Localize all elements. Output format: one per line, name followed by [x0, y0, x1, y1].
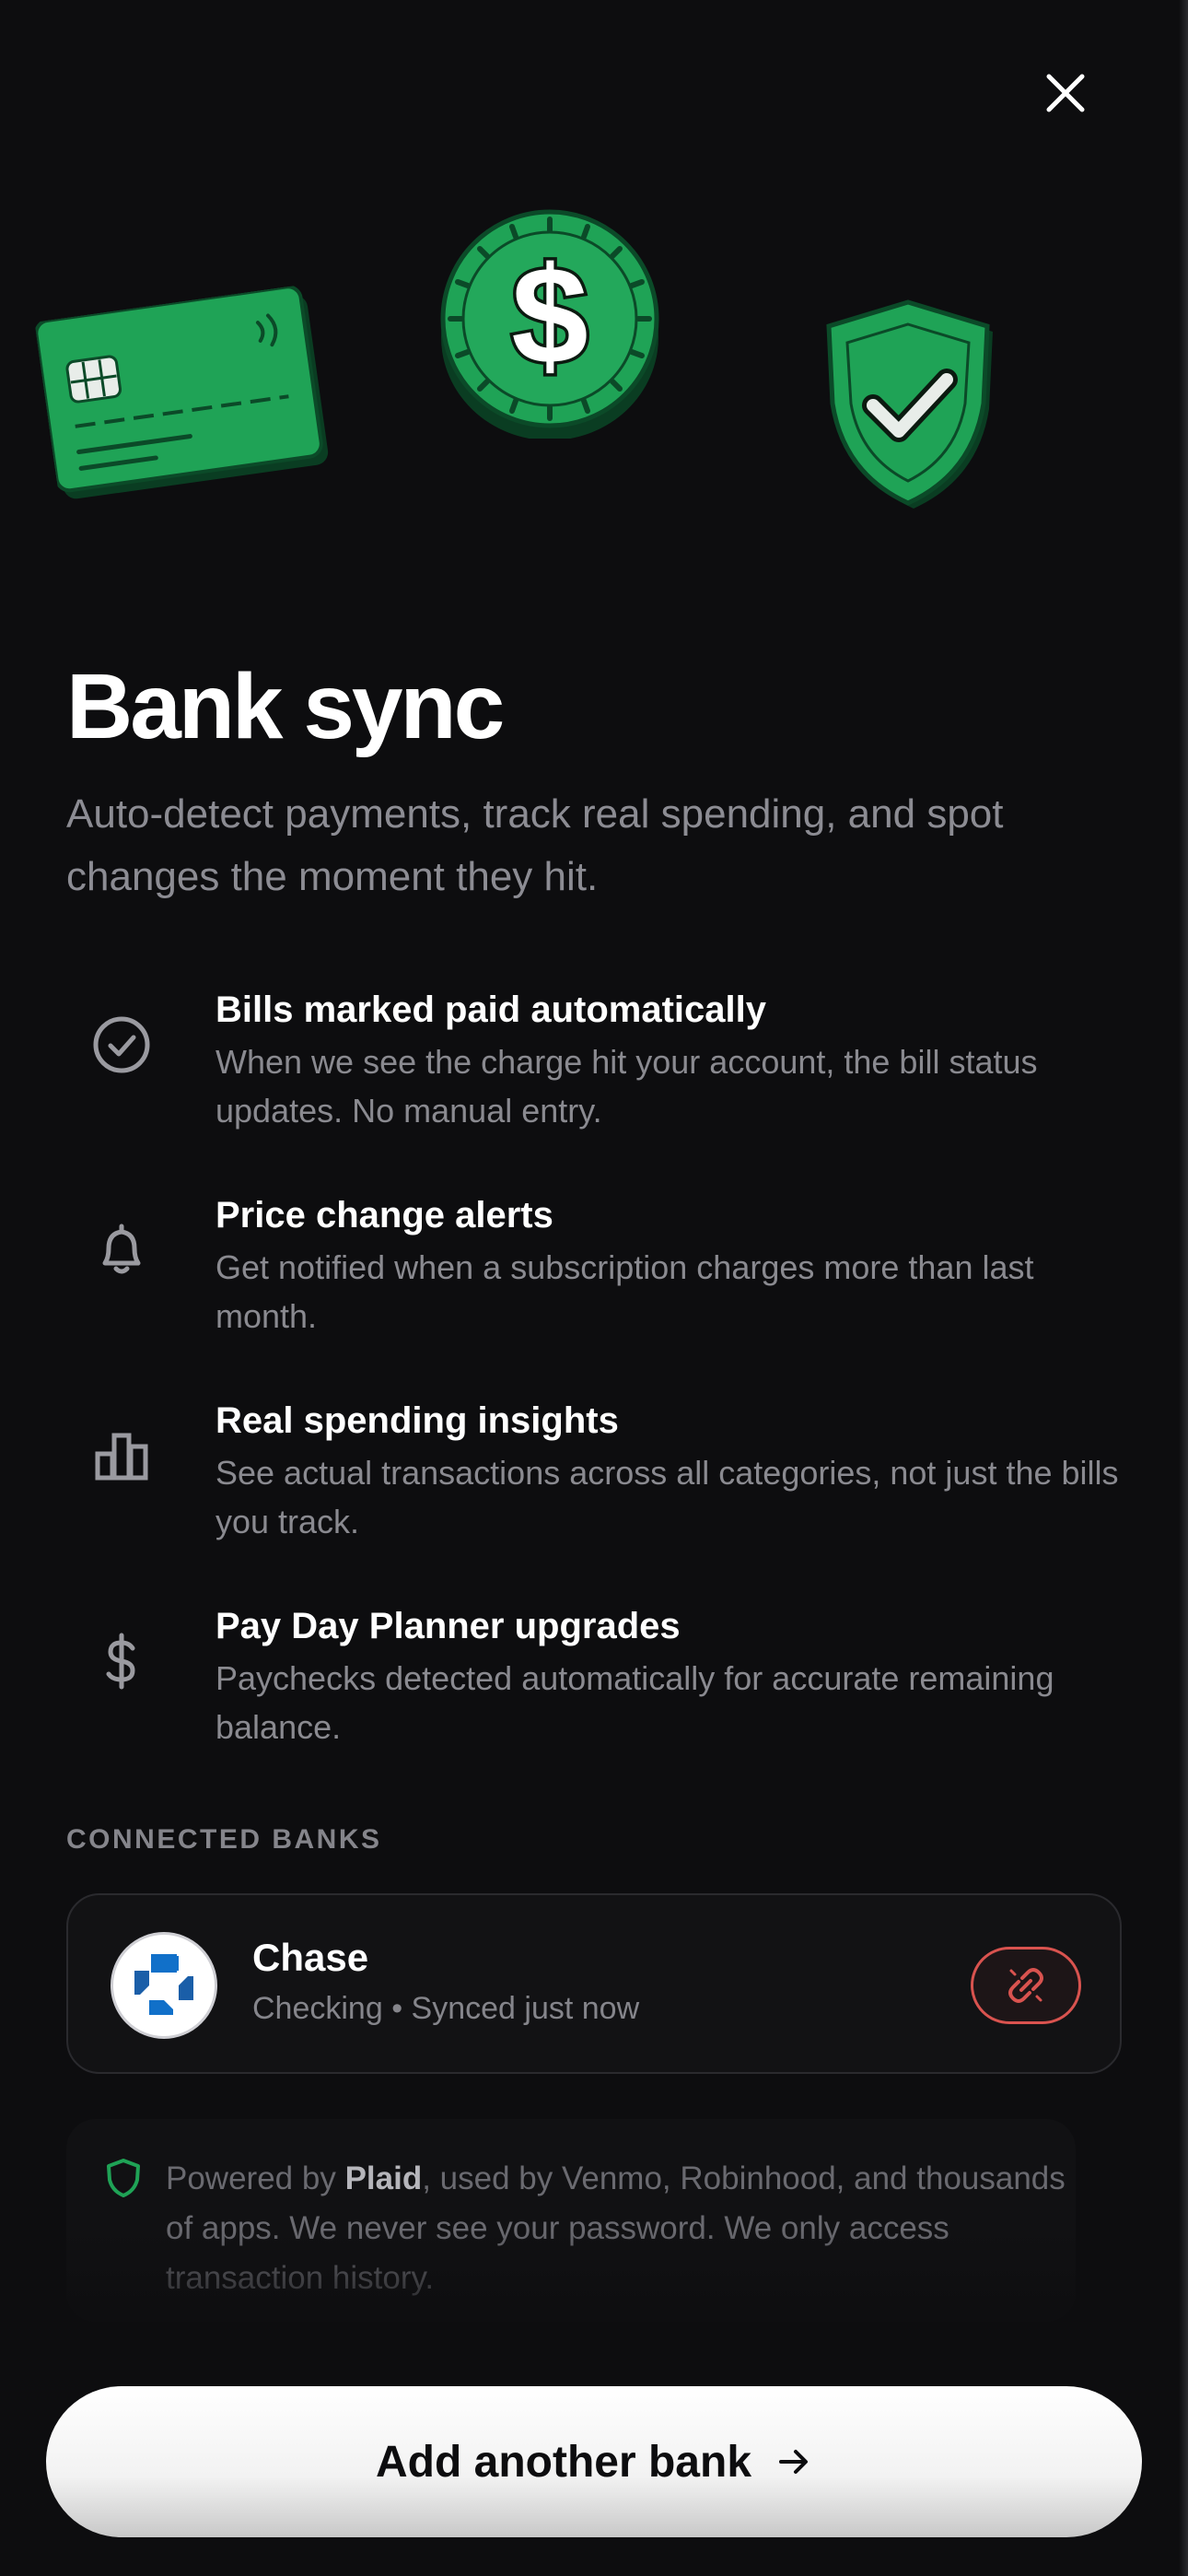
feature-item: Price change alerts Get notified when a …: [66, 1189, 1135, 1346]
plaid-brand: Plaid: [344, 2160, 423, 2196]
unlink-icon: [1008, 1968, 1043, 2003]
add-another-bank-button[interactable]: Add another bank: [46, 2386, 1142, 2537]
close-button[interactable]: [1033, 61, 1098, 125]
bank-name: Chase: [252, 1936, 369, 1979]
chase-logo: [111, 1932, 217, 2039]
feature-title: Bills marked paid automatically: [215, 989, 766, 1030]
bank-meta: Checking • Synced just now: [252, 1991, 640, 2026]
check-circle-icon: [87, 1010, 157, 1080]
shield-check-icon: [816, 293, 1000, 514]
section-label-connected-banks: CONNECTED BANKS: [66, 1824, 382, 1855]
bell-icon: [87, 1215, 157, 1285]
bank-card-chase[interactable]: Chase Checking • Synced just now: [66, 1893, 1122, 2074]
feature-description: See actual transactions across all categ…: [215, 1454, 1119, 1540]
privacy-prefix: Powered by: [166, 2160, 345, 2196]
feature-item: Bills marked paid automatically When we …: [66, 984, 1135, 1141]
feature-description: When we see the charge hit your account,…: [215, 1043, 1038, 1130]
page-title: Bank sync: [66, 655, 505, 758]
feature-item: Real spending insights See actual transa…: [66, 1395, 1135, 1551]
arrow-right-icon: [775, 2443, 812, 2480]
shield-icon: [107, 2159, 140, 2197]
fade-overlay: [66, 2230, 1076, 2322]
feature-title: Real spending insights: [215, 1400, 619, 1441]
feature-title: Pay Day Planner upgrades: [215, 1606, 681, 1646]
dollar-icon: [87, 1626, 157, 1696]
dollar-coin-icon: $: [435, 208, 665, 440]
feature-description: Paychecks detected automatically for acc…: [215, 1659, 1054, 1746]
feature-item: Pay Day Planner upgrades Paychecks detec…: [66, 1600, 1135, 1757]
credit-card-icon: [34, 284, 334, 505]
unlink-bank-button[interactable]: [971, 1947, 1081, 2024]
bar-chart-icon: [87, 1421, 157, 1491]
cta-label: Add another bank: [375, 2437, 752, 2487]
privacy-notice: Powered by Plaid, used by Venmo, Robinho…: [66, 2119, 1076, 2322]
feature-description: Get notified when a subscription charges…: [215, 1248, 1034, 1335]
feature-title: Price change alerts: [215, 1195, 553, 1235]
scroll-edge: [1179, 0, 1188, 2576]
close-icon: [1046, 74, 1085, 112]
page-subtitle: Auto-detect payments, track real spendin…: [66, 791, 1004, 899]
svg-text:$: $: [511, 238, 588, 392]
bank-sync-screen: $ Bank sync Auto-detect payments, track …: [0, 0, 1188, 2576]
